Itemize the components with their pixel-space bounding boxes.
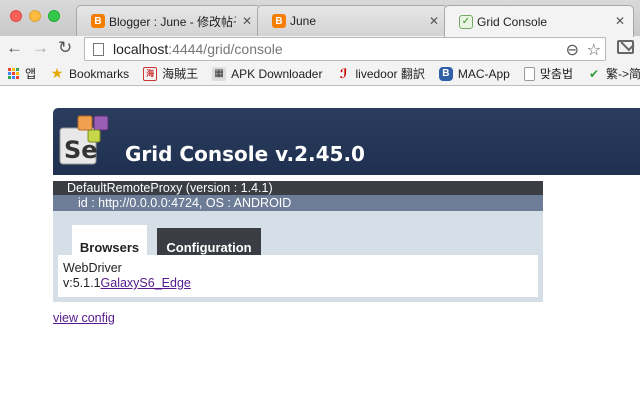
b-icon: B (438, 66, 453, 81)
bookmark-bookmarks[interactable]: ★ Bookmarks (50, 65, 130, 81)
tab-grid-console[interactable]: ✓ Grid Console ✕ (444, 5, 634, 37)
browser-entry: v:5.1.1GalaxyS6_Edge (63, 276, 538, 291)
logo-text: Se (64, 136, 98, 164)
selenium-logo-icon: Se (59, 115, 109, 165)
bookmark-label: APK Downloader (231, 66, 323, 81)
blogger-icon: B (91, 14, 105, 28)
proxy-title: DefaultRemoteProxy (version : 1.4.1) (53, 181, 543, 195)
bookmark-one-piece[interactable]: 海 海賊王 (143, 65, 198, 82)
tab-june[interactable]: B June ✕ (257, 5, 448, 36)
browsers-panel: WebDriver v:5.1.1GalaxyS6_Edge (58, 255, 538, 297)
bookmark-apps[interactable]: 앱 (4, 65, 36, 82)
close-tab-icon[interactable]: ✕ (429, 14, 439, 28)
bookmark-mac-app[interactable]: B MAC-App (438, 66, 510, 81)
reload-icon[interactable]: ↻ (58, 38, 72, 58)
tab-label: Grid Console (477, 14, 548, 29)
tab-label: Blogger : June - 修改帖子 (109, 14, 236, 29)
android-icon: ▦ (212, 66, 227, 81)
close-tab-icon[interactable]: ✕ (615, 14, 625, 28)
url-path: :4444/grid/console (168, 41, 283, 57)
close-window-button[interactable] (10, 10, 22, 22)
grid-console-icon: ✓ (459, 14, 473, 29)
page-header: Se Grid Console v.2.45.0 (53, 108, 640, 175)
forward-arrow-icon[interactable]: → (32, 38, 49, 58)
star-icon: ★ (50, 65, 64, 81)
bookmark-livedoor[interactable]: ℐ livedoor 翻訳 (336, 65, 425, 82)
bookmark-icon: 海 (143, 66, 158, 81)
bookmark-spelling[interactable]: 맞춤법 (523, 65, 573, 82)
hao-icon: ✔ (588, 66, 600, 81)
proxy-id: id : http://0.0.0.0:4724, OS : ANDROID (53, 195, 543, 211)
close-tab-icon[interactable]: ✕ (242, 14, 252, 28)
translate-icon[interactable]: ⊖ (566, 40, 579, 60)
bookmarks-bar: 앱 ★ Bookmarks 海 海賊王 ▦ APK Downloader ℐ l… (0, 62, 640, 86)
bookmark-star-icon[interactable]: ☆ (587, 40, 601, 60)
bookmark-label: MAC-App (457, 66, 510, 81)
page-icon (523, 66, 535, 81)
browser-toolbar: ← → ↻ localhost:4444/grid/console ⊖ ☆ (0, 36, 640, 62)
page-icon (93, 42, 104, 56)
minimize-window-button[interactable] (29, 10, 41, 22)
apps-icon (8, 68, 19, 79)
bookmark-label: 맞춤법 (539, 67, 573, 81)
bookmark-label: 앱 (25, 67, 37, 81)
grid-console-page: Se Grid Console v.2.45.0 DefaultRemotePr… (0, 87, 640, 414)
tab-label: June (290, 14, 317, 28)
tab-strip: B Blogger : June - 修改帖子 ✕ B June ✕ ✓ Gri… (0, 0, 640, 37)
bookmark-label: 海賊王 (162, 67, 199, 81)
bookmark-apk-downloader[interactable]: ▦ APK Downloader (212, 66, 323, 81)
address-bar[interactable]: localhost:4444/grid/console ⊖ ☆ (84, 37, 606, 61)
tab-blogger-june-edit[interactable]: B Blogger : June - 修改帖子 ✕ (76, 5, 261, 36)
bookmark-label: Bookmarks (69, 66, 130, 81)
device-link[interactable]: GalaxyS6_Edge (101, 276, 191, 290)
zoom-window-button[interactable] (48, 10, 60, 22)
proxy-body: Browsers Configuration WebDriver v:5.1.1… (53, 211, 543, 302)
back-arrow-icon[interactable]: ← (6, 38, 23, 58)
blogger-icon: B (272, 14, 286, 28)
livedoor-icon: ℐ (339, 65, 348, 81)
mail-icon[interactable] (617, 40, 634, 54)
proxy-panel: DefaultRemoteProxy (version : 1.4.1) id … (53, 181, 543, 302)
bookmark-label: livedoor 翻訳 (355, 67, 425, 81)
tab-browsers[interactable]: Browsers (72, 225, 147, 259)
bookmark-trad-simp[interactable]: ✔ 繁->简 (587, 65, 640, 82)
view-config-link[interactable]: view config (53, 311, 115, 325)
driver-type: WebDriver (63, 261, 122, 275)
android-version: v:5.1.1 (63, 276, 101, 290)
page-title: Grid Console v.2.45.0 (125, 142, 365, 166)
bookmark-label: 繁->简 (605, 67, 640, 81)
url-host: localhost (113, 41, 169, 57)
